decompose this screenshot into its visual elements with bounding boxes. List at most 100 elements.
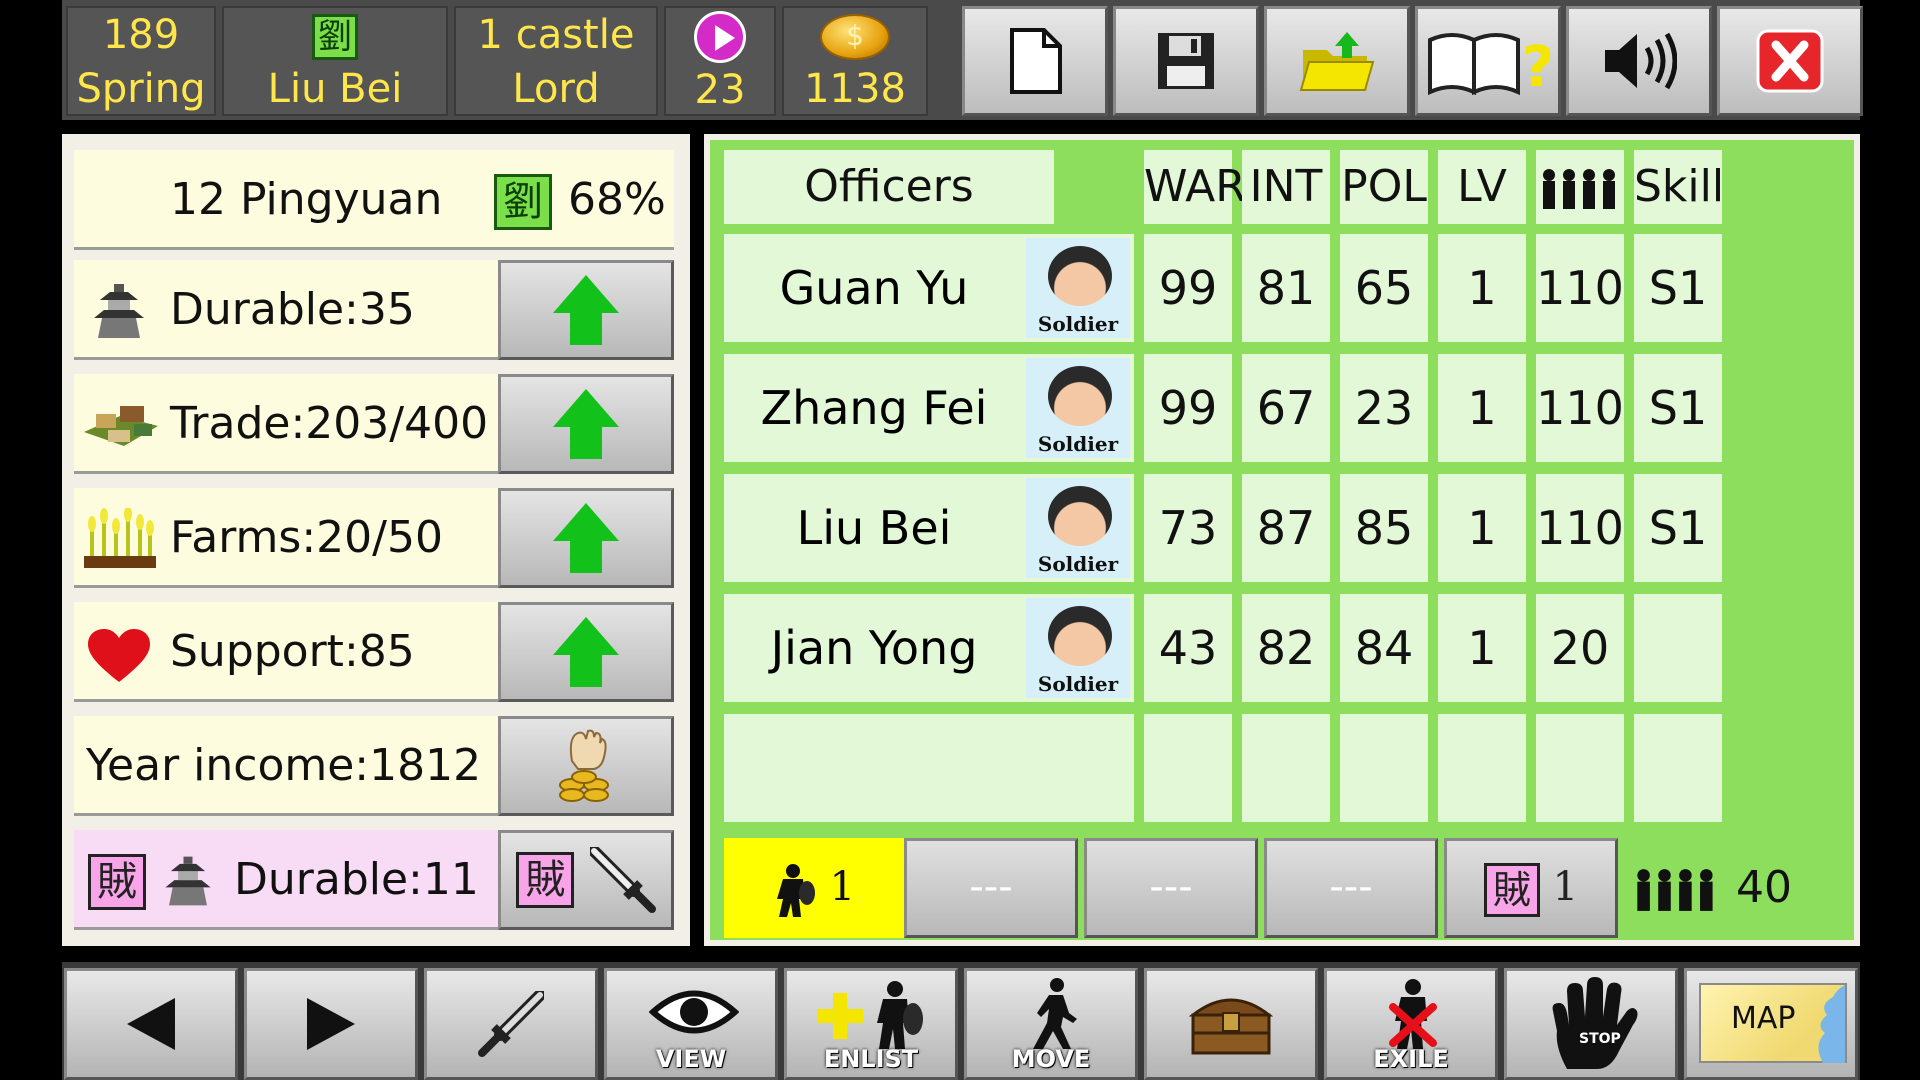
farms-upgrade-button[interactable] [498, 488, 674, 588]
ruler-display: 劉 Liu Bei [222, 6, 448, 116]
war-value: 73 [1144, 474, 1232, 582]
farm-icon [84, 508, 156, 568]
officer-name: Liu Bei [796, 501, 952, 555]
move-label: MOVE [1011, 1045, 1091, 1073]
war-value: 99 [1144, 354, 1232, 462]
officer-name-cell[interactable]: Zhang Fei Soldier [724, 354, 1134, 462]
troops-value: 20 [1536, 594, 1624, 702]
turn-display[interactable]: 23 [664, 6, 776, 116]
header-skill[interactable]: Skill [1634, 150, 1724, 224]
int-value: 82 [1242, 594, 1330, 702]
map-thumbnail: MAP [1699, 983, 1847, 1063]
gold-coin-icon: $ [820, 14, 890, 60]
sound-button[interactable] [1566, 6, 1712, 116]
previous-button[interactable] [64, 968, 238, 1080]
unit-type-label: Soldier [1037, 672, 1119, 696]
soldier-unit-button[interactable]: 1 [724, 838, 904, 938]
date-display: 189 Spring [66, 6, 216, 116]
empty-cell [1634, 714, 1722, 822]
header-lv[interactable]: LV [1438, 150, 1526, 224]
unit-type-label: Soldier [1037, 552, 1119, 576]
speaker-icon [1605, 32, 1677, 90]
empty-unit-slot[interactable]: --- [1084, 838, 1258, 938]
game-screen: 189 Spring 劉 Liu Bei 1 castle Lord 23 $ … [62, 0, 1863, 1080]
sword-icon [589, 847, 656, 913]
bandit-seal-icon: 賊 [516, 852, 575, 908]
top-bar: 189 Spring 劉 Liu Bei 1 castle Lord 23 $ … [62, 0, 1863, 120]
trade-icon [84, 406, 158, 446]
lv-value: 1 [1438, 474, 1526, 582]
officer-name-cell[interactable]: Jian Yong Soldier [724, 594, 1134, 702]
officer-name-cell[interactable]: Guan Yu Soldier [724, 234, 1134, 342]
enlist-icon [817, 981, 923, 1049]
header-int[interactable]: INT [1242, 150, 1330, 224]
officer-name: Guan Yu [779, 261, 969, 315]
gold-amount: 1138 [804, 66, 906, 112]
enlist-button[interactable]: ENLIST [784, 968, 958, 1080]
header-troops[interactable] [1536, 150, 1624, 224]
battle-button[interactable] [424, 968, 598, 1080]
troops-total: 40 [1630, 838, 1850, 938]
new-file-button[interactable] [962, 6, 1108, 116]
up-arrow-icon [553, 503, 619, 573]
empty-cell [1242, 714, 1330, 822]
soldier-unit-count: 1 [829, 864, 856, 910]
castle-icon [165, 856, 211, 906]
save-icon [1158, 33, 1214, 89]
move-button[interactable]: MOVE [964, 968, 1138, 1080]
pol-value: 23 [1340, 354, 1428, 462]
support-upgrade-button[interactable] [498, 602, 674, 702]
soldier-icon [776, 864, 815, 917]
close-button[interactable] [1717, 6, 1863, 116]
help-button[interactable]: ? [1415, 6, 1561, 116]
empty-cell [1536, 714, 1624, 822]
stop-hand-icon: STOP [1552, 977, 1638, 1069]
open-folder-button[interactable] [1264, 6, 1410, 116]
stop-button[interactable]: STOP [1504, 968, 1678, 1080]
city-panel: 12 Pingyuan 劉 68% Durable:35 Trade:203/4… [62, 134, 690, 946]
attack-bandit-button[interactable]: 賊 [498, 830, 674, 930]
empty-cell [724, 714, 1134, 822]
enlist-label: ENLIST [823, 1045, 919, 1073]
trade-row: Trade:203/400 [74, 374, 674, 474]
city-name: 12 Pingyuan [170, 174, 443, 225]
bandit-seal-icon: 賊 [1483, 863, 1540, 917]
next-button[interactable] [244, 968, 418, 1080]
trade-upgrade-button[interactable] [498, 374, 674, 474]
bandit-unit-button[interactable]: 賊 1 [1444, 838, 1618, 938]
officer-name: Zhang Fei [760, 381, 988, 435]
exile-button[interactable]: EXILE [1324, 968, 1498, 1080]
exile-icon [1389, 979, 1437, 1049]
collect-income-button[interactable] [498, 716, 674, 816]
header-officers[interactable]: Officers [724, 150, 1054, 224]
header-pol[interactable]: POL [1340, 150, 1428, 224]
durable-value: Durable:35 [170, 284, 415, 335]
soldier-face-icon [1048, 606, 1112, 666]
arrow-right-icon [307, 998, 355, 1050]
season: Spring [76, 66, 206, 112]
skill-value: S1 [1634, 354, 1722, 462]
ruler-seal-icon: 劉 [312, 14, 358, 60]
empty-unit-slot[interactable]: --- [1264, 838, 1438, 938]
help-book-icon: ? [1428, 33, 1550, 96]
gold-display: $ 1138 [782, 6, 928, 116]
new-file-icon [1010, 28, 1062, 94]
treasure-button[interactable] [1144, 968, 1318, 1080]
officer-portrait: Soldier [1026, 598, 1130, 698]
int-value: 67 [1242, 354, 1330, 462]
play-icon[interactable] [694, 11, 746, 63]
durable-upgrade-button[interactable] [498, 260, 674, 360]
skill-value [1634, 594, 1722, 702]
view-button[interactable]: VIEW [604, 968, 778, 1080]
header-war[interactable]: WAR [1144, 150, 1246, 224]
heart-icon [88, 629, 150, 682]
year: 189 [102, 12, 180, 58]
officer-name-cell[interactable]: Liu Bei Soldier [724, 474, 1134, 582]
open-folder-icon [1299, 32, 1375, 91]
troops-value: 110 [1536, 474, 1624, 582]
soldier-face-icon [1048, 246, 1112, 306]
empty-unit-slot[interactable]: --- [904, 838, 1078, 938]
save-button[interactable] [1113, 6, 1259, 116]
durable-row: Durable:35 [74, 260, 674, 360]
map-button[interactable]: MAP [1684, 968, 1858, 1080]
